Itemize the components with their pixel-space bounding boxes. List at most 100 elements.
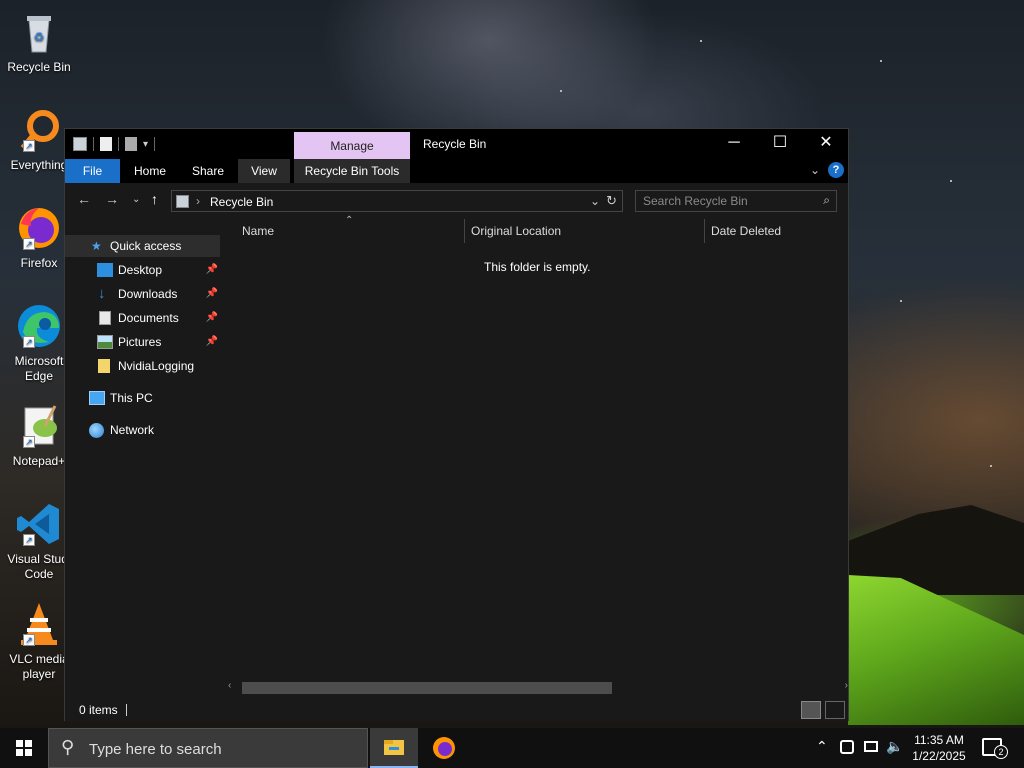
- scroll-left-icon[interactable]: ‹: [228, 680, 231, 691]
- navigation-bar: ← → ⌄ ↑ › Recycle Bin ⌄ ↻ ⌕: [65, 183, 848, 217]
- nav-item-network[interactable]: Network: [65, 419, 220, 441]
- taskbar-search-placeholder: Type here to search: [89, 741, 222, 758]
- show-hidden-icons-icon[interactable]: ⌃: [816, 738, 828, 755]
- nav-item-label: Quick access: [110, 239, 182, 253]
- tab-manage[interactable]: Manage: [294, 132, 410, 160]
- details-view-button[interactable]: [801, 701, 821, 719]
- security-icon[interactable]: [840, 740, 854, 754]
- scroll-right-icon[interactable]: ›: [845, 680, 848, 691]
- expand-ribbon-icon[interactable]: ⌄: [810, 163, 820, 177]
- forward-button[interactable]: →: [105, 191, 119, 207]
- item-count: 0 items: [79, 703, 118, 717]
- horizontal-scrollbar[interactable]: ‹ ›: [228, 679, 848, 695]
- properties-icon[interactable]: [100, 137, 112, 151]
- pictures-icon: [97, 335, 113, 349]
- tab-file[interactable]: File: [65, 159, 120, 183]
- scrollbar-thumb[interactable]: [242, 682, 612, 694]
- column-header-original-location[interactable]: Original Location: [471, 224, 561, 238]
- quick-access-toolbar: ▾: [73, 137, 156, 151]
- star: [900, 300, 902, 302]
- separator: [118, 137, 119, 151]
- taskbar-file-explorer[interactable]: [370, 728, 418, 768]
- tab-share[interactable]: Share: [180, 159, 236, 183]
- nav-item-this-pc[interactable]: This PC: [65, 387, 220, 409]
- windows-logo-icon: [16, 740, 32, 756]
- network-icon: [89, 423, 104, 438]
- minimize-button[interactable]: ─: [711, 129, 757, 159]
- recycle-bin-address-icon: [176, 195, 189, 208]
- volume-muted-icon[interactable]: 🔈: [886, 738, 903, 755]
- maximize-button[interactable]: ☐: [757, 129, 803, 159]
- title-bar[interactable]: ▾ Manage Recycle Bin ─ ☐ ✕: [65, 129, 849, 160]
- sort-ascending-icon: ⌃: [345, 215, 354, 226]
- up-button[interactable]: ↑: [151, 191, 158, 207]
- ribbon-tabs: File Home Share View Recycle Bin Tools ⌄…: [65, 159, 848, 183]
- computer-icon: [89, 391, 105, 405]
- explorer-window: ▾ Manage Recycle Bin ─ ☐ ✕ File Home Sha…: [64, 128, 849, 722]
- documents-icon: [99, 311, 111, 325]
- large-icons-view-button[interactable]: [825, 701, 845, 719]
- nav-item-desktop[interactable]: Desktop 📌: [65, 259, 220, 281]
- file-explorer-icon: [384, 740, 404, 755]
- nav-item-label: Downloads: [118, 287, 178, 301]
- column-header-name[interactable]: Name: [242, 224, 274, 238]
- firefox-icon: [433, 737, 455, 759]
- back-button[interactable]: ←: [77, 191, 91, 207]
- nav-item-label: Desktop: [118, 263, 163, 277]
- clock[interactable]: 11:35 AM 1/22/2025: [905, 732, 973, 764]
- address-bar[interactable]: › Recycle Bin ⌄ ↻: [171, 190, 623, 212]
- nav-item-label: Documents: [118, 311, 179, 325]
- desktop-icon-recycle-bin[interactable]: ♻ Recycle Bin: [4, 8, 74, 75]
- pin-icon: 📌: [205, 336, 218, 347]
- nav-item-nvidialogging[interactable]: NvidiaLogging: [65, 355, 220, 377]
- nav-item-documents[interactable]: Documents 📌: [65, 307, 220, 329]
- column-separator[interactable]: [704, 219, 705, 243]
- nav-item-downloads[interactable]: ↓ Downloads 📌: [65, 283, 220, 305]
- desktop-folder-icon: [97, 263, 113, 277]
- address-dropdown-icon[interactable]: ⌄: [590, 194, 600, 208]
- breadcrumb-chevron-icon: ›: [196, 194, 200, 208]
- download-arrow-icon: ↓: [98, 285, 106, 302]
- recent-locations-icon[interactable]: ⌄: [132, 194, 140, 205]
- column-header-date-deleted[interactable]: Date Deleted: [711, 224, 781, 238]
- star: [990, 465, 992, 467]
- taskbar-search-box[interactable]: ⚲ Type here to search: [48, 728, 368, 768]
- star-icon: ★: [91, 239, 102, 253]
- folder-icon: [98, 359, 110, 373]
- star: [560, 90, 562, 92]
- wallpaper-tent: [848, 575, 1024, 725]
- tab-recycle-bin-tools[interactable]: Recycle Bin Tools: [294, 159, 410, 183]
- taskbar-firefox[interactable]: [420, 728, 468, 768]
- network-status-icon[interactable]: [864, 741, 878, 752]
- window-title: Recycle Bin: [423, 137, 487, 151]
- tab-view[interactable]: View: [238, 159, 290, 183]
- nav-item-quick-access[interactable]: ★ Quick access: [65, 235, 220, 257]
- recycle-bin-small-icon: [73, 137, 87, 151]
- desktop-icon-label: Recycle Bin: [7, 60, 71, 74]
- column-separator[interactable]: [464, 219, 465, 243]
- file-list: ⌃ Name Original Location Date Deleted Th…: [222, 215, 848, 697]
- tab-home[interactable]: Home: [122, 159, 178, 183]
- close-button[interactable]: ✕: [803, 129, 849, 159]
- recycle-bin-icon: ♻: [15, 8, 63, 56]
- search-input[interactable]: [636, 191, 812, 211]
- clock-date: 1/22/2025: [912, 749, 966, 763]
- search-box[interactable]: ⌕: [635, 190, 837, 212]
- taskbar: ⚲ Type here to search ⌃ 🔈 11:35 AM 1/22/…: [0, 728, 1024, 768]
- customize-toolbar-icon[interactable]: ▾: [143, 139, 148, 150]
- notifications-button[interactable]: 2: [982, 738, 1008, 759]
- new-folder-icon[interactable]: [125, 137, 137, 151]
- search-icon[interactable]: ⌕: [823, 193, 830, 208]
- help-icon[interactable]: ?: [828, 162, 844, 178]
- notepad-plus-plus-icon: ↗: [15, 402, 63, 450]
- nav-item-pictures[interactable]: Pictures 📌: [65, 331, 220, 353]
- status-separator: [126, 704, 127, 716]
- pin-icon: 📌: [205, 288, 218, 299]
- nav-item-label: This PC: [110, 391, 153, 405]
- nav-item-label: Pictures: [118, 335, 162, 349]
- vlc-icon: ↗: [15, 600, 63, 648]
- nav-item-label: Network: [110, 423, 155, 437]
- start-button[interactable]: [0, 728, 48, 768]
- everything-icon: ↗: [15, 106, 63, 154]
- refresh-icon[interactable]: ↻: [606, 193, 617, 209]
